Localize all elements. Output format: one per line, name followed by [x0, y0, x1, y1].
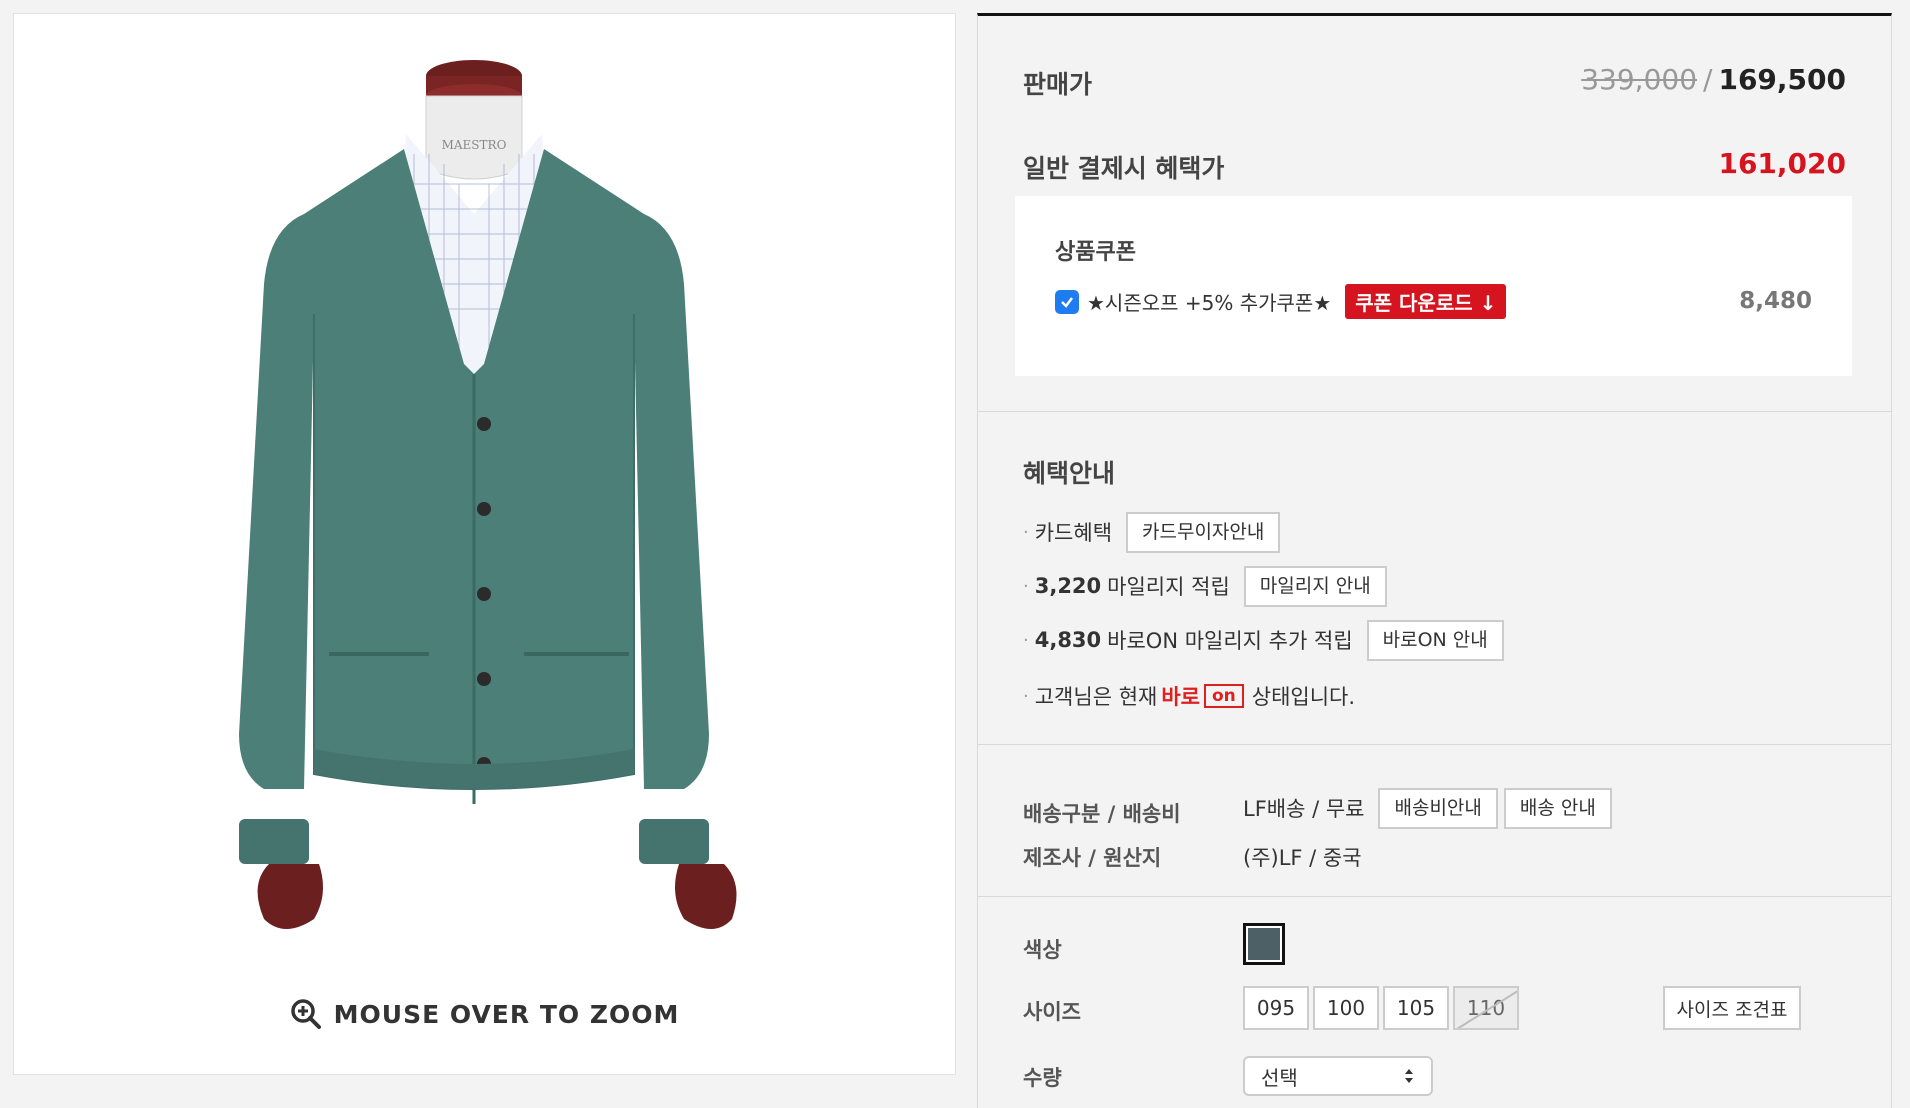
bullet: ·	[1023, 629, 1029, 651]
status-prefix: 고객님은 현재	[1034, 685, 1158, 709]
bullet: ·	[1023, 685, 1029, 707]
color-label: 색상	[1023, 938, 1062, 962]
card-installment-button[interactable]: 카드무이자안내	[1126, 512, 1281, 553]
size-option-105[interactable]: 105	[1383, 986, 1449, 1030]
quantity-label: 수량	[1023, 1066, 1062, 1090]
benefit-price: 161,020	[1718, 147, 1846, 180]
baroon-text: 바로ON 마일리지 추가 적립	[1107, 629, 1353, 654]
coupon-box: 상품쿠폰 ★시즌오프 +5% 추가쿠폰★ 쿠폰 다운로드 ↓ 8,480	[1015, 196, 1852, 376]
shipping-label: 배송구분 / 배송비	[1023, 802, 1181, 826]
size-option-110[interactable]: 110	[1453, 986, 1519, 1030]
size-label: 사이즈	[1023, 1000, 1081, 1024]
shipping-info-button[interactable]: 배송 안내	[1503, 788, 1612, 829]
mileage-text: 마일리지 적립	[1107, 575, 1230, 600]
size-options: 095 100 105 110	[1243, 986, 1519, 1030]
shipping-fee-button[interactable]: 배송비안내	[1378, 788, 1498, 829]
color-swatch[interactable]	[1243, 923, 1285, 965]
bullet: ·	[1023, 575, 1029, 597]
shipping-value: LF배송 / 무료	[1243, 797, 1365, 822]
select-arrows-icon	[1405, 1069, 1413, 1083]
zoom-in-icon	[290, 999, 321, 1029]
product-image-panel[interactable]: MAESTRO MOUSE OVER TO ZOOM	[13, 13, 956, 1075]
sale-price: 169,500	[1718, 63, 1846, 96]
sale-price-label: 판매가	[1023, 70, 1093, 99]
product-info-panel: 판매가 339,000/169,500 일반 결제시 혜택가 161,020 상…	[977, 13, 1892, 1108]
size-chart-button[interactable]: 사이즈 조견표	[1663, 986, 1801, 1030]
coupon-title: 상품쿠폰	[1055, 240, 1136, 265]
check-icon	[1061, 296, 1073, 308]
benefits-title: 혜택안내	[1023, 459, 1116, 488]
bullet: ·	[1023, 521, 1029, 543]
maker-label: 제조사 / 원산지	[1023, 846, 1162, 870]
baroon-amount: 4,830	[1034, 628, 1102, 653]
mannequin-logo: MAESTRO	[442, 138, 507, 152]
card-benefit-row: · 카드혜택 카드무이자안내	[1023, 512, 1281, 553]
card-benefit-label: 카드혜택	[1034, 521, 1113, 546]
zoom-hint-label: MOUSE OVER TO ZOOM	[333, 999, 680, 1029]
status-baro: 바로	[1161, 685, 1200, 709]
benefit-price-label: 일반 결제시 혜택가	[1023, 154, 1225, 183]
mileage-row: · 3,220 마일리지 적립 마일리지 안내	[1023, 566, 1387, 607]
original-price: 339,000	[1581, 63, 1698, 96]
shipping-value-row: LF배송 / 무료 배송비안내 배송 안내	[1243, 788, 1612, 829]
divider	[978, 744, 1891, 745]
mileage-info-button[interactable]: 마일리지 안내	[1243, 566, 1387, 607]
divider	[978, 411, 1891, 412]
coupon-checkbox[interactable]	[1055, 289, 1079, 314]
coupon-row: ★시즌오프 +5% 추가쿠폰★ 쿠폰 다운로드 ↓	[1055, 284, 1507, 319]
coupon-name: ★시즌오프 +5% 추가쿠폰★	[1087, 291, 1332, 315]
baroon-row: · 4,830 바로ON 마일리지 추가 적립 바로ON 안내	[1023, 620, 1504, 661]
divider	[978, 896, 1891, 897]
status-suffix: 상태입니다.	[1251, 685, 1356, 709]
mileage-amount: 3,220	[1034, 574, 1102, 599]
coupon-amount: 8,480	[1739, 288, 1812, 314]
on-badge: on	[1203, 683, 1244, 709]
price-display: 339,000/169,500	[1581, 63, 1846, 96]
quantity-select-value: 선택	[1261, 1065, 1298, 1090]
size-option-100[interactable]: 100	[1313, 986, 1379, 1030]
price-separator: /	[1703, 63, 1713, 96]
maker-value: (주)LF / 중국	[1243, 846, 1362, 870]
coupon-download-button[interactable]: 쿠폰 다운로드 ↓	[1345, 284, 1507, 319]
status-row: · 고객님은 현재 바로 on 상태입니다.	[1023, 681, 1355, 711]
zoom-hint: MOUSE OVER TO ZOOM	[14, 998, 955, 1030]
size-option-095[interactable]: 095	[1243, 986, 1309, 1030]
product-image[interactable]: MAESTRO	[14, 14, 957, 954]
quantity-select[interactable]: 선택	[1243, 1056, 1433, 1096]
baroon-info-button[interactable]: 바로ON 안내	[1366, 620, 1504, 661]
